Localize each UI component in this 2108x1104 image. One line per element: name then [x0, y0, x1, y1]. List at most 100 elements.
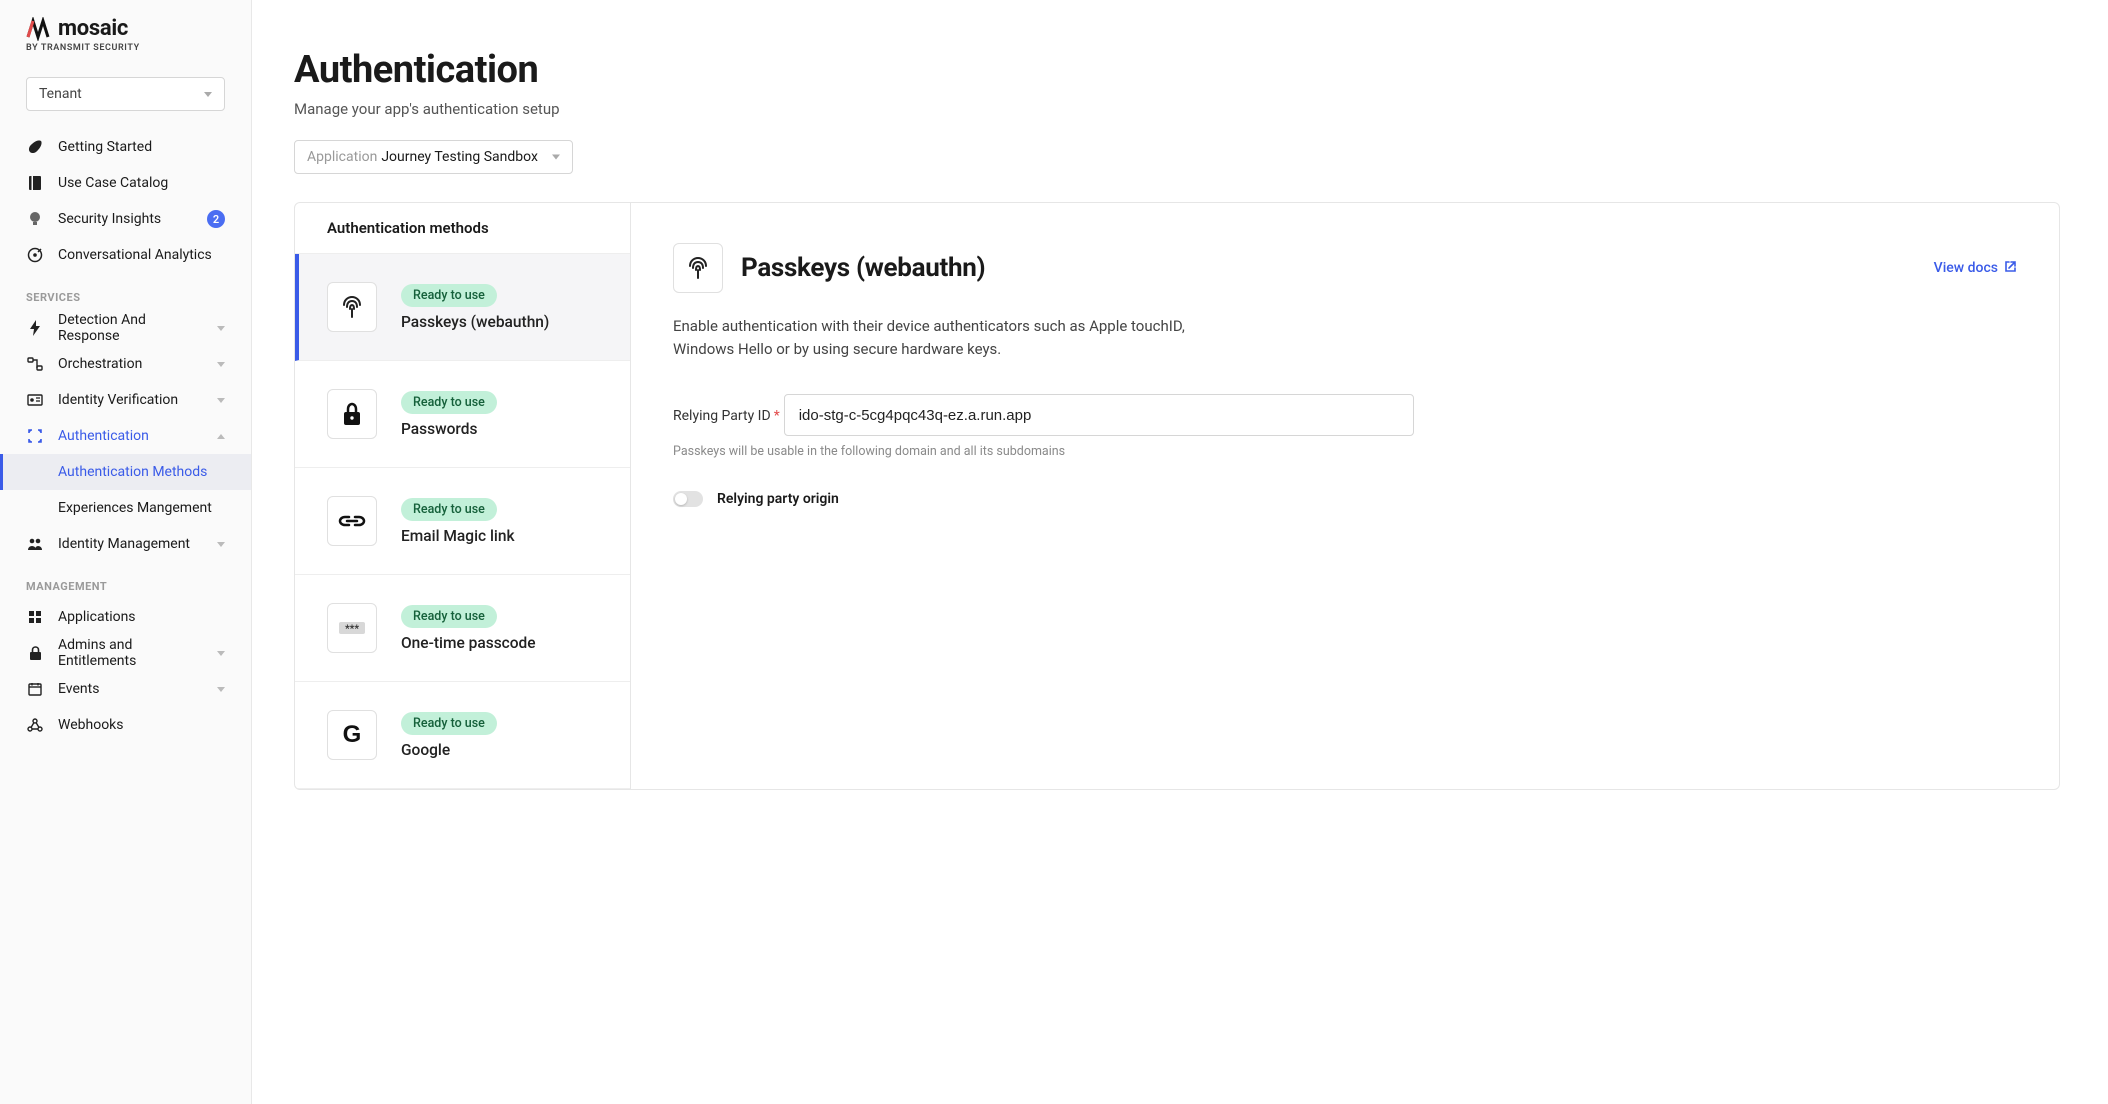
security-insights-badge: 2 [207, 210, 225, 228]
nav-services-section: Detection And Response Orchestration Ide… [0, 310, 251, 562]
method-item-google[interactable]: G Ready to use Google [295, 682, 630, 789]
sidebar-item-authentication[interactable]: Authentication [0, 418, 251, 454]
sidebar-subitem-auth-methods[interactable]: Authentication Methods [0, 454, 251, 490]
users-icon [26, 535, 44, 553]
link-icon [327, 496, 377, 546]
section-label-management: MANAGEMENT [0, 562, 251, 599]
sidebar-subitem-label: Experiences Mangement [58, 500, 212, 516]
sidebar-item-orchestration[interactable]: Orchestration [0, 346, 251, 382]
rocket-icon [26, 138, 44, 156]
page-subtitle: Manage your app's authentication setup [294, 100, 2060, 118]
relying-party-id-input[interactable] [784, 394, 1414, 436]
method-name: Passwords [401, 420, 497, 438]
chevron-down-icon [217, 687, 225, 692]
method-item-passkeys[interactable]: Ready to use Passkeys (webauthn) [295, 254, 630, 361]
sidebar-item-applications[interactable]: Applications [0, 599, 251, 635]
application-select[interactable]: Application Journey Testing Sandbox [294, 140, 573, 174]
brand-logo-icon [26, 17, 50, 41]
status-pill: Ready to use [401, 712, 497, 735]
sidebar-item-label: Webhooks [58, 717, 225, 733]
relying-party-origin-toggle[interactable] [673, 491, 703, 507]
brand-block: mosaic BY TRANSMIT SECURITY [0, 16, 251, 63]
relying-party-origin-label: Relying party origin [717, 491, 839, 507]
chevron-down-icon [217, 651, 225, 656]
sidebar-item-security-insights[interactable]: Security Insights 2 [0, 201, 251, 237]
fingerprint-icon [327, 282, 377, 332]
sidebar-item-label: Getting Started [58, 139, 225, 155]
sidebar-item-admins[interactable]: Admins and Entitlements [0, 635, 251, 671]
section-label-services: SERVICES [0, 273, 251, 310]
lock-icon [327, 389, 377, 439]
google-icon: G [327, 710, 377, 760]
status-pill: Ready to use [401, 391, 497, 414]
bulb-icon [26, 210, 44, 228]
sidebar-item-label: Admins and Entitlements [58, 637, 203, 669]
method-name: Email Magic link [401, 527, 515, 545]
application-select-value: Journey Testing Sandbox [381, 149, 538, 165]
method-list-header: Authentication methods [295, 203, 630, 254]
nav-management-section: Applications Admins and Entitlements Eve… [0, 599, 251, 743]
page-title: Authentication [294, 48, 2060, 92]
status-pill: Ready to use [401, 498, 497, 521]
scan-icon [26, 427, 44, 445]
sidebar-item-use-case-catalog[interactable]: Use Case Catalog [0, 165, 251, 201]
chevron-down-icon [217, 326, 225, 331]
chevron-down-icon [217, 542, 225, 547]
detail-description: Enable authentication with their device … [673, 315, 1233, 360]
sidebar-item-webhooks[interactable]: Webhooks [0, 707, 251, 743]
relying-party-origin-row: Relying party origin [673, 491, 2017, 507]
sidebar-item-detection[interactable]: Detection And Response [0, 310, 251, 346]
sidebar-item-label: Identity Management [58, 536, 203, 552]
sidebar-subitem-label: Authentication Methods [58, 464, 207, 480]
method-name: Google [401, 741, 497, 759]
sidebar-item-label: Events [58, 681, 203, 697]
status-pill: Ready to use [401, 605, 497, 628]
relying-party-id-hint: Passkeys will be usable in the following… [673, 444, 2017, 459]
auth-content: Authentication methods Ready to use Pass… [294, 202, 2060, 790]
method-item-email-magic-link[interactable]: Ready to use Email Magic link [295, 468, 630, 575]
chevron-up-icon [217, 434, 225, 439]
view-docs-link[interactable]: View docs [1934, 260, 2017, 277]
svg-text:G: G [343, 722, 362, 748]
otp-icon: *** [327, 603, 377, 653]
chevron-down-icon [217, 398, 225, 403]
relying-party-id-label: Relying Party ID* [673, 408, 780, 424]
external-link-icon [2004, 260, 2017, 277]
sidebar-item-label: Security Insights [58, 211, 193, 227]
method-name: One-time passcode [401, 634, 536, 652]
status-pill: Ready to use [401, 284, 497, 307]
toggle-knob [675, 493, 687, 505]
tenant-select[interactable]: Tenant [26, 77, 225, 111]
application-select-prefix: Application [307, 149, 377, 165]
sidebar-item-label: Detection And Response [58, 312, 203, 344]
lock-icon [26, 644, 44, 662]
svg-text:***: *** [345, 624, 359, 635]
id-icon [26, 391, 44, 409]
method-item-otp[interactable]: *** Ready to use One-time passcode [295, 575, 630, 682]
method-list-column: Authentication methods Ready to use Pass… [295, 203, 631, 789]
chevron-down-icon [552, 155, 560, 160]
brand-name: mosaic [58, 16, 128, 41]
sidebar-subitem-experiences[interactable]: Experiences Mangement [0, 490, 251, 526]
sidebar-item-label: Conversational Analytics [58, 247, 225, 263]
bolt-icon [26, 319, 44, 337]
calendar-icon [26, 680, 44, 698]
sidebar-item-events[interactable]: Events [0, 671, 251, 707]
sidebar-item-label: Authentication [58, 428, 203, 444]
webhook-icon [26, 716, 44, 734]
sidebar-item-label: Use Case Catalog [58, 175, 225, 191]
detail-title: Passkeys (webauthn) [741, 253, 985, 283]
sidebar-item-label: Orchestration [58, 356, 203, 372]
method-item-passwords[interactable]: Ready to use Passwords [295, 361, 630, 468]
chevron-down-icon [204, 92, 212, 97]
sidebar-item-getting-started[interactable]: Getting Started [0, 129, 251, 165]
sidebar-item-identity-management[interactable]: Identity Management [0, 526, 251, 562]
nav-top-section: Getting Started Use Case Catalog Securit… [0, 129, 251, 273]
target-icon [26, 246, 44, 264]
view-docs-label: View docs [1934, 260, 1998, 276]
sidebar-item-conversational-analytics[interactable]: Conversational Analytics [0, 237, 251, 273]
sidebar-item-label: Identity Verification [58, 392, 203, 408]
sidebar: mosaic BY TRANSMIT SECURITY Tenant Getti… [0, 0, 252, 1104]
sidebar-item-identity-verification[interactable]: Identity Verification [0, 382, 251, 418]
flow-icon [26, 355, 44, 373]
